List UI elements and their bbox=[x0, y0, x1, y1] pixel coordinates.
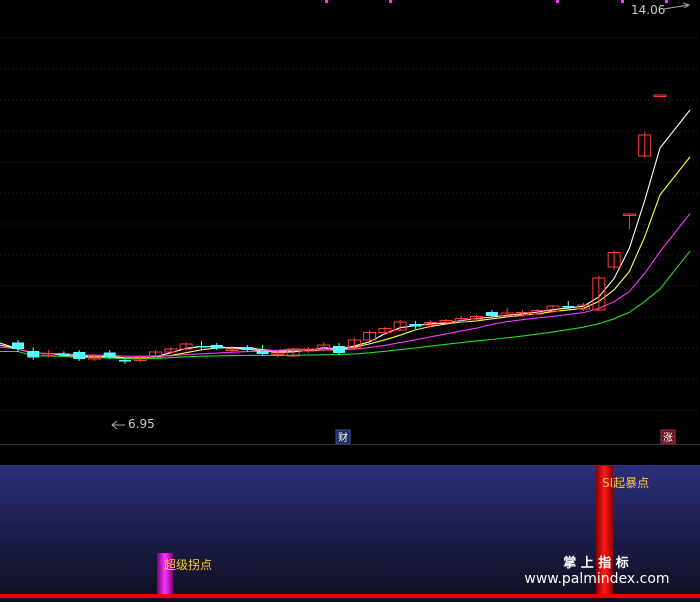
candle-body bbox=[103, 352, 116, 358]
watermark-title: 掌 上 指 标 bbox=[563, 555, 629, 571]
indicator-baseline bbox=[0, 594, 700, 598]
moving-average-lines bbox=[0, 109, 691, 360]
candle-body bbox=[653, 94, 667, 97]
candle-body bbox=[562, 306, 575, 308]
candle-body bbox=[73, 352, 86, 359]
cai-marker-text: 财 bbox=[338, 431, 348, 444]
candle-body bbox=[333, 346, 345, 353]
top-signal-ticks bbox=[325, 0, 668, 3]
candle-body bbox=[119, 360, 131, 362]
candle-body bbox=[256, 351, 269, 354]
ma-line-3 bbox=[0, 213, 691, 357]
indicator-bar-label: 超级拐点 bbox=[164, 557, 212, 572]
candle-body bbox=[27, 351, 40, 358]
candle-body bbox=[12, 342, 24, 349]
candle-body bbox=[485, 312, 498, 316]
stock-chart: 14.06 6.95 财 涨 超级拐点 SI起暴点 掌 上 指 标 www.pal… bbox=[0, 0, 700, 602]
candlesticks bbox=[12, 94, 667, 364]
max-price-arrow-icon bbox=[663, 4, 689, 10]
candle-body bbox=[210, 345, 223, 349]
candle-body bbox=[409, 324, 422, 327]
candle-body bbox=[57, 353, 70, 355]
max-price-label: 14.06 bbox=[631, 3, 665, 17]
price-panel: 14.06 6.95 财 涨 bbox=[0, 2, 700, 445]
ma-line-1 bbox=[0, 109, 691, 360]
candle-body bbox=[241, 347, 254, 350]
min-price-label: 6.95 bbox=[128, 417, 155, 431]
indicator-panel: 超级拐点 SI起暴点 掌 上 指 标 www.palmindex.com bbox=[0, 465, 700, 602]
zhang-marker-text: 涨 bbox=[663, 432, 673, 444]
indicator-bar-label: SI起暴点 bbox=[602, 476, 649, 490]
zhang-marker: 涨 bbox=[660, 429, 676, 445]
watermark-url: www.palmindex.com bbox=[524, 571, 669, 587]
candle-body bbox=[195, 346, 208, 348]
ma-line-2 bbox=[0, 156, 691, 359]
cai-marker: 财 bbox=[335, 429, 351, 445]
